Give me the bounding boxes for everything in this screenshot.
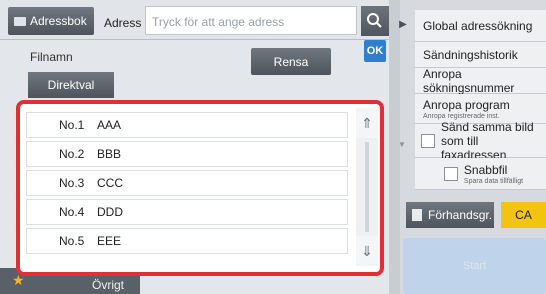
addressbook-button[interactable]: Adressbok <box>8 7 94 35</box>
ca-button[interactable]: CA <box>501 202 546 228</box>
quick-file-label: Snabbfil <box>463 162 508 177</box>
quick-file-checkbox[interactable] <box>443 166 458 181</box>
call-program-label: Anropa program <box>423 97 510 112</box>
list-item[interactable]: No.5 EEE <box>26 228 348 254</box>
item-name: DDD <box>97 205 123 219</box>
send-history-button[interactable]: Sändningshistorik <box>415 42 546 68</box>
document-icon <box>412 209 422 221</box>
send-same-image-checkbox[interactable] <box>421 133 435 148</box>
address-placeholder: Tryck för att ange adress <box>152 15 285 29</box>
list-scrollbar[interactable]: ⇑ ⇓ <box>356 108 378 266</box>
other-button[interactable]: Övrigt <box>92 278 124 292</box>
scroll-down-icon[interactable]: ⇓ <box>356 236 378 266</box>
list-item[interactable]: No.4 DDD <box>26 199 348 225</box>
ok-button[interactable]: OK <box>364 40 386 62</box>
item-name: EEE <box>97 234 122 248</box>
global-address-search-button[interactable]: Global adressökning <box>415 10 546 42</box>
filename-label: Filnamn <box>30 50 73 64</box>
item-number: No.3 <box>59 176 85 190</box>
item-name: BBB <box>97 147 122 161</box>
send-same-image-line1: Sänd samma bild <box>441 119 534 134</box>
item-name: AAA <box>97 118 122 132</box>
address-input[interactable]: Tryck för att ange adress <box>145 6 357 35</box>
address-label: Adress <box>104 16 142 30</box>
call-search-number-button[interactable]: Anropa sökningsnummer <box>415 66 546 95</box>
item-name: CCC <box>97 176 123 190</box>
item-number: No.2 <box>59 147 85 161</box>
call-search-number-label: Anropa sökningsnummer <box>423 66 515 95</box>
scroll-track[interactable] <box>365 142 369 232</box>
scroll-up-icon[interactable]: ⇑ <box>356 108 378 138</box>
item-number: No.4 <box>59 205 85 219</box>
start-button[interactable]: Start <box>403 238 546 294</box>
addressbook-label: Adressbok <box>30 14 87 28</box>
list-item[interactable]: No.2 BBB <box>26 141 348 167</box>
item-number: No.5 <box>59 234 85 248</box>
send-same-image-checkbox-row[interactable]: Sänd samma bild som till faxadressen <box>415 120 546 162</box>
address-list: No.1 AAA No.2 BBB No.3 CCC No.4 DDD No.5… <box>26 108 348 268</box>
item-number: No.1 <box>59 118 85 132</box>
direct-select-button[interactable]: Direktval <box>28 72 114 98</box>
global-search-label: Global adressökning <box>423 18 533 33</box>
quick-file-sublabel: Spara data tillfälligt <box>463 177 524 185</box>
call-program-sublabel: Anropa registrerade inst. <box>423 112 500 120</box>
list-item[interactable]: No.1 AAA <box>26 112 348 138</box>
search-icon <box>367 13 382 28</box>
collapse-arrow-icon[interactable]: ▶ <box>395 14 411 34</box>
list-item[interactable]: No.3 CCC <box>26 170 348 196</box>
preview-label: Förhandsgr. <box>428 208 493 222</box>
expand-down-icon[interactable]: ▼ <box>398 140 406 149</box>
search-button[interactable] <box>361 6 389 36</box>
clear-button[interactable]: Rensa <box>251 48 331 75</box>
send-history-label: Sändningshistorik <box>423 47 518 62</box>
preview-button[interactable]: Förhandsgr. <box>406 202 494 228</box>
book-icon <box>14 16 26 26</box>
quick-file-checkbox-row[interactable]: Snabbfil Spara data tillfälligt <box>415 158 546 190</box>
